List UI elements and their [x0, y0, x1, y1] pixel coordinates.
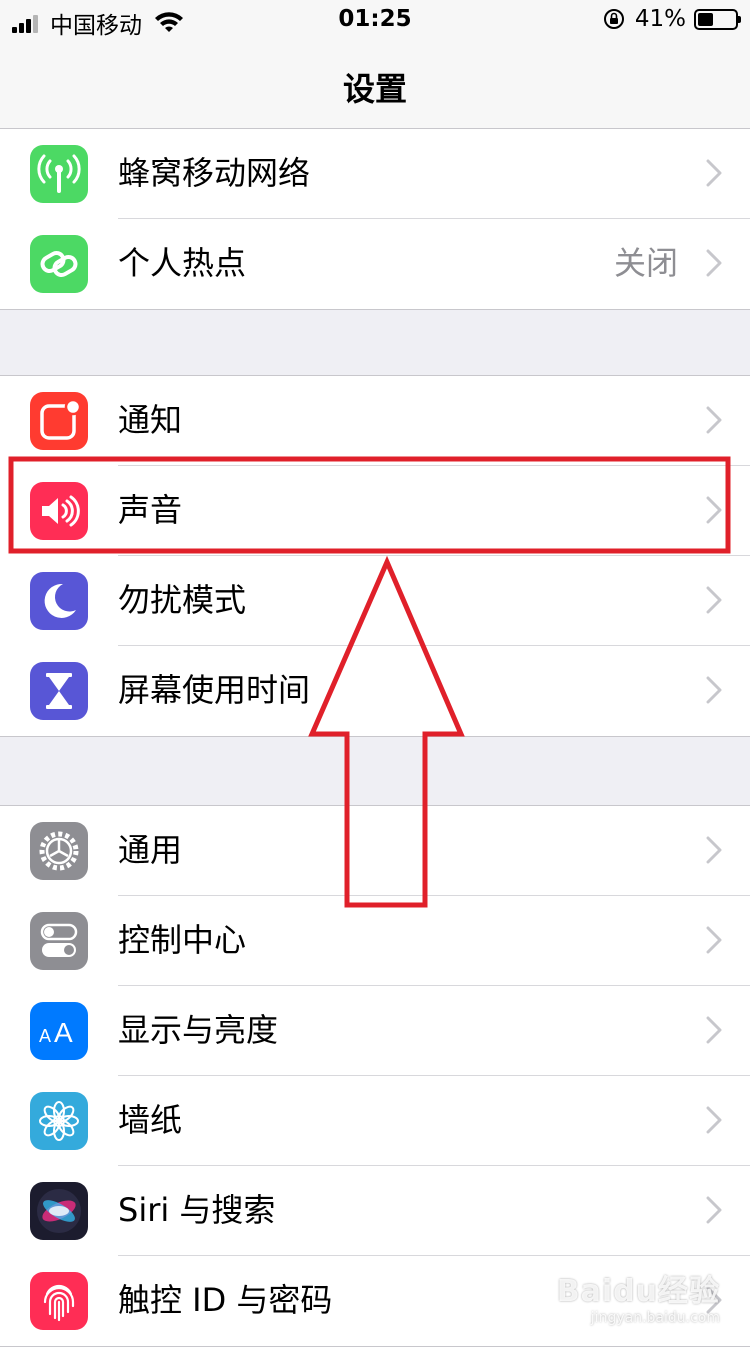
watermark-domain: jingyan.baidu.com: [590, 1310, 720, 1326]
page-title: 设置: [342, 70, 407, 108]
settings-row-label: 显示与亮度: [118, 1011, 279, 1049]
siri-icon: [30, 1182, 88, 1240]
fingerprint-icon: [30, 1272, 88, 1330]
status-right: 41%: [603, 6, 741, 32]
chevron-right-icon: [706, 586, 722, 614]
settings-row-siri-search[interactable]: Siri 与搜索: [0, 1166, 750, 1256]
moon-icon: [30, 572, 88, 630]
settings-row-label: 声音: [118, 491, 183, 529]
toggles-icon: [30, 912, 88, 970]
hourglass-icon: [30, 662, 88, 720]
settings-row-label: 通知: [118, 401, 183, 439]
settings-row-label: 个人热点: [118, 244, 247, 282]
notification-icon: [30, 392, 88, 450]
battery-percent: 41%: [634, 6, 686, 32]
chevron-right-icon: [706, 496, 722, 524]
settings-row-cellular[interactable]: 蜂窝移动网络: [0, 129, 750, 219]
settings-row-notifications[interactable]: 通知: [0, 376, 750, 466]
svg-text:A: A: [39, 1026, 51, 1046]
settings-group-alerts: 通知 声音 勿扰模式 屏幕使用时间: [0, 375, 750, 737]
settings-row-label: 蜂窝移动网络: [118, 154, 311, 192]
settings-row-label: 墙纸: [118, 1101, 183, 1139]
status-bar: 中国移动 01:25 41%: [0, 0, 750, 40]
hotspot-status-value: 关闭: [613, 244, 678, 282]
chevron-right-icon: [706, 926, 722, 954]
settings-group-network: 蜂窝移动网络 个人热点 关闭: [0, 128, 750, 310]
settings-row-control-center[interactable]: 控制中心: [0, 896, 750, 986]
chevron-right-icon: [706, 1016, 722, 1044]
flower-icon: [30, 1092, 88, 1150]
watermark-brand: Baidu经验: [556, 1274, 720, 1309]
settings-row-screen-time[interactable]: 屏幕使用时间: [0, 646, 750, 736]
settings-row-display-brightness[interactable]: A A 显示与亮度: [0, 986, 750, 1076]
speaker-icon: [30, 482, 88, 540]
chevron-right-icon: [706, 836, 722, 864]
settings-row-do-not-disturb[interactable]: 勿扰模式: [0, 556, 750, 646]
settings-row-label: 勿扰模式: [118, 581, 247, 619]
chevron-right-icon: [706, 159, 722, 187]
hotspot-chain-icon: [30, 235, 88, 293]
watermark: Baidu经验 jingyan.baidu.com: [557, 1266, 720, 1326]
orientation-lock-icon: [603, 9, 624, 29]
settings-row-general[interactable]: 通用: [0, 806, 750, 896]
text-size-icon: A A: [30, 1002, 88, 1060]
chevron-right-icon: [706, 406, 722, 434]
battery-icon: [694, 8, 741, 30]
settings-row-label: 触控 ID 与密码: [118, 1281, 333, 1319]
settings-row-label: 控制中心: [118, 921, 247, 959]
chevron-right-icon: [706, 249, 722, 277]
gear-icon: [30, 822, 88, 880]
chevron-right-icon: [706, 1106, 722, 1134]
settings-row-label: 屏幕使用时间: [118, 671, 311, 709]
settings-row-wallpaper[interactable]: 墙纸: [0, 1076, 750, 1166]
settings-row-personal-hotspot[interactable]: 个人热点 关闭: [0, 219, 750, 309]
chevron-right-icon: [706, 1196, 722, 1224]
settings-row-sounds[interactable]: 声音: [0, 466, 750, 556]
antenna-icon: [30, 145, 88, 203]
chevron-right-icon: [706, 676, 722, 704]
navigation-bar: 设置: [0, 40, 750, 129]
settings-row-label: Siri 与搜索: [118, 1191, 276, 1229]
svg-text:A: A: [54, 1017, 73, 1048]
settings-row-label: 通用: [118, 831, 183, 869]
